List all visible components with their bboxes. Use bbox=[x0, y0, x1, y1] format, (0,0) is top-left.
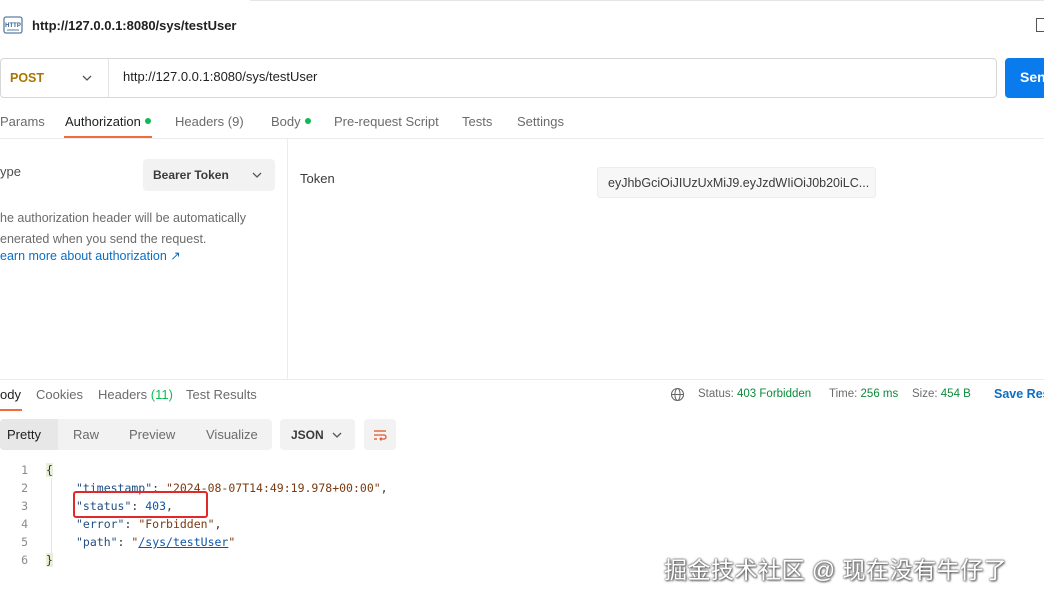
save-response-button[interactable]: Save Res bbox=[994, 387, 1044, 401]
status-value: 403 Forbidden bbox=[737, 388, 812, 400]
tabs-divider bbox=[0, 138, 1044, 139]
open-brace: { bbox=[46, 463, 53, 477]
window-icon[interactable] bbox=[1036, 18, 1044, 32]
response-divider bbox=[0, 379, 1044, 380]
token-label: Token bbox=[300, 171, 335, 186]
code-line: "path": "/sys/testUser" bbox=[76, 535, 236, 549]
learn-more-link[interactable]: earn more about authorization ↗ bbox=[0, 248, 181, 263]
tab-headers-count: (9) bbox=[227, 114, 244, 129]
time-label: Time: bbox=[829, 388, 858, 400]
tab-headers[interactable]: Headers (9) bbox=[175, 114, 244, 129]
size-meta[interactable]: Size: 454 B bbox=[912, 388, 971, 400]
json-string: "Forbidden" bbox=[138, 517, 215, 531]
resp-tab-headers[interactable]: Headers (11) bbox=[98, 387, 173, 402]
url-input[interactable]: http://127.0.0.1:8080/sys/testUser bbox=[123, 69, 317, 84]
json-key: "error" bbox=[76, 517, 125, 531]
code-line: { bbox=[46, 463, 53, 477]
size-value: 454 B bbox=[940, 388, 971, 400]
line-number: 1 bbox=[21, 463, 28, 477]
path-link[interactable]: /sys/testUser bbox=[138, 535, 228, 549]
auth-description-line1: he authorization header will be automati… bbox=[0, 211, 246, 225]
request-title[interactable]: http://127.0.0.1:8080/sys/testUser bbox=[32, 18, 237, 33]
send-button[interactable]: Sen bbox=[1005, 58, 1044, 98]
resp-tab-headers-count: (11) bbox=[150, 387, 173, 402]
code-line: "error": "Forbidden", bbox=[76, 517, 222, 531]
line-number: 5 bbox=[21, 535, 28, 549]
panel-divider bbox=[287, 139, 288, 379]
resp-tab-cookies[interactable]: Cookies bbox=[36, 387, 83, 402]
tab-body[interactable]: Body bbox=[271, 114, 311, 129]
wrap-lines-icon bbox=[374, 430, 387, 441]
line-number: 4 bbox=[21, 517, 28, 531]
token-input[interactable]: eyJhbGciOiJIUzUxMiJ9.eyJzdWIiOiJ0b20iLC.… bbox=[597, 167, 876, 198]
chevron-down-icon bbox=[252, 172, 262, 178]
globe-icon[interactable] bbox=[670, 387, 685, 402]
view-raw[interactable]: Raw bbox=[73, 427, 99, 442]
status-label: Status: bbox=[698, 388, 734, 400]
line-number: 3 bbox=[21, 499, 28, 513]
auth-type-label: ype bbox=[0, 164, 21, 179]
http-icon: HTTP bbox=[3, 16, 23, 34]
resp-tab-underline bbox=[0, 409, 22, 411]
tab-tests[interactable]: Tests bbox=[462, 114, 492, 129]
chevron-down-icon[interactable] bbox=[80, 71, 94, 85]
url-divider bbox=[108, 59, 109, 97]
size-label: Size: bbox=[912, 388, 938, 400]
tab-authorization[interactable]: Authorization bbox=[65, 114, 151, 129]
watermark: 掘金技术社区 @ 现在没有牛仔了 bbox=[664, 557, 1008, 583]
json-key: "path" bbox=[76, 535, 118, 549]
auth-description-line2: enerated when you send the request. bbox=[0, 231, 207, 246]
body-dot-icon bbox=[304, 118, 311, 124]
resp-tab-headers-label: Headers bbox=[98, 387, 148, 402]
view-visualize[interactable]: Visualize bbox=[206, 427, 258, 442]
resp-tab-test-results[interactable]: Test Results bbox=[186, 387, 257, 402]
chevron-down-icon bbox=[332, 432, 342, 438]
tab-prerequest-script[interactable]: Pre-request Script bbox=[334, 114, 439, 129]
time-value: 256 ms bbox=[860, 388, 899, 400]
close-brace: } bbox=[46, 553, 53, 567]
view-pretty[interactable]: Pretty bbox=[7, 427, 41, 442]
line-number: 2 bbox=[21, 481, 28, 495]
tab-authorization-label: Authorization bbox=[65, 114, 141, 129]
method-select[interactable]: POST bbox=[10, 71, 44, 85]
svg-text:HTTP: HTTP bbox=[5, 23, 21, 29]
tab-settings[interactable]: Settings bbox=[517, 114, 564, 129]
code-line: } bbox=[46, 553, 53, 567]
view-preview[interactable]: Preview bbox=[129, 427, 175, 442]
resp-tab-body[interactable]: ody bbox=[0, 387, 21, 402]
line-number: 6 bbox=[21, 553, 28, 567]
top-divider bbox=[250, 0, 1044, 1]
auth-description: he authorization header will be automati… bbox=[0, 208, 272, 249]
tab-headers-label: Headers bbox=[175, 114, 225, 129]
tab-body-label: Body bbox=[271, 114, 301, 129]
highlight-annotation bbox=[73, 491, 208, 518]
status-meta[interactable]: Status: 403 Forbidden bbox=[698, 388, 811, 400]
time-meta[interactable]: Time: 256 ms bbox=[829, 388, 898, 400]
tab-params[interactable]: Params bbox=[0, 114, 45, 129]
indent-guide bbox=[51, 478, 52, 558]
active-dot-icon bbox=[144, 118, 151, 124]
